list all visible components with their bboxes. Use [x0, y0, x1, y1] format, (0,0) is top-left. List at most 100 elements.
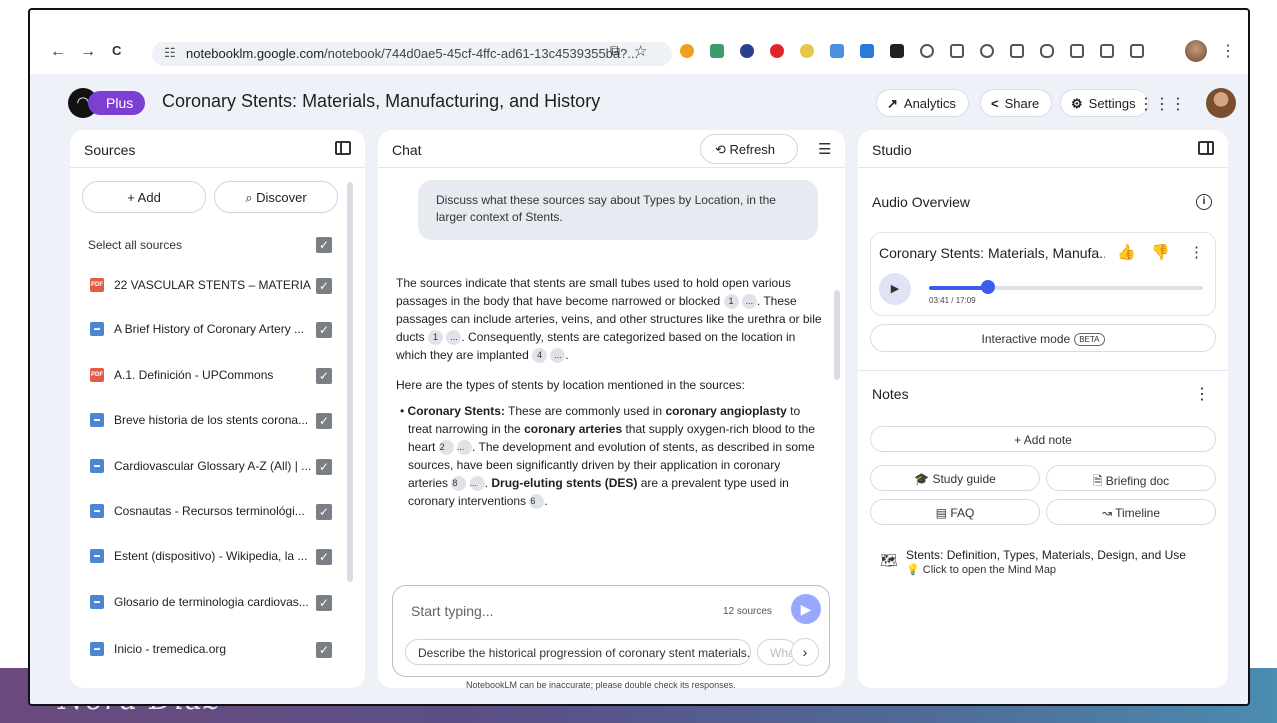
source-checkbox[interactable]: ✓	[316, 504, 332, 520]
extension-icon[interactable]	[800, 44, 814, 58]
back-button[interactable]: ←	[50, 43, 66, 61]
tab-search-icon[interactable]	[1100, 44, 1114, 58]
add-note-button[interactable]: + Add note	[870, 426, 1216, 452]
citation-chip[interactable]: 1	[428, 330, 444, 346]
analytics-button[interactable]: ↗ Analytics	[876, 89, 969, 117]
source-checkbox[interactable]: ✓	[316, 278, 332, 294]
chevron-right-icon[interactable]: ›	[791, 638, 819, 666]
suggested-question[interactable]: Describe the historical progression of c…	[405, 639, 751, 665]
send-button[interactable]: ▶	[791, 594, 821, 624]
user-avatar[interactable]	[1206, 88, 1236, 118]
citation-chip[interactable]: ...	[446, 330, 462, 346]
collapse-studio-icon[interactable]	[1198, 141, 1214, 155]
response-text: These are commonly used in	[504, 404, 666, 418]
settings-button[interactable]: ⚙ Settings	[1060, 89, 1149, 117]
qr-code-icon[interactable]	[1070, 44, 1084, 58]
url-host: notebooklm.google.com	[186, 46, 325, 61]
interactive-mode-button[interactable]: Interactive mode BETA	[870, 324, 1216, 352]
study-guide-button[interactable]: 🎓 Study guide	[870, 465, 1040, 491]
citation-chip[interactable]: 8	[451, 476, 467, 492]
source-checkbox[interactable]: ✓	[316, 322, 332, 338]
faq-button[interactable]: ▤ FAQ	[870, 499, 1040, 525]
audio-overview-label: Audio Overview	[872, 194, 971, 210]
add-source-button[interactable]: + Add	[82, 181, 206, 213]
browser-profile-avatar[interactable]	[1185, 40, 1207, 62]
response-bold: coronary angioplasty	[665, 404, 787, 418]
source-checkbox[interactable]: ✓	[316, 413, 332, 429]
share-button[interactable]: < Share	[980, 89, 1053, 117]
extension-icon[interactable]	[920, 44, 934, 58]
source-item[interactable]: PDF A.1. Definición - UPCommons ✓	[70, 362, 340, 390]
select-all-checkbox[interactable]: ✓	[316, 237, 332, 253]
divider	[858, 370, 1228, 371]
citation-chip[interactable]: 4	[532, 348, 548, 364]
audio-progress-bar[interactable]	[929, 280, 1203, 294]
timeline-button[interactable]: ↝ Timeline	[1046, 499, 1216, 525]
forward-button[interactable]: →	[80, 43, 96, 61]
install-app-icon[interactable]: ⧉	[610, 42, 620, 59]
extension-icon[interactable]	[710, 44, 724, 58]
notes-more-icon[interactable]: ⋮	[1194, 384, 1210, 404]
discover-button[interactable]: ⌕ Discover	[214, 181, 338, 213]
refresh-button[interactable]: ⟲ Refresh	[700, 134, 798, 164]
extension-icon[interactable]	[740, 44, 754, 58]
reading-list-icon[interactable]	[1130, 44, 1144, 58]
source-item[interactable]: ▬ Cardiovascular Glossary A-Z (All) | ..…	[70, 453, 340, 481]
reload-button[interactable]: C	[112, 43, 121, 58]
browser-menu-icon[interactable]: ⋮	[1220, 41, 1236, 61]
extensions-puzzle-icon[interactable]	[950, 44, 964, 58]
source-checkbox[interactable]: ✓	[316, 368, 332, 384]
source-item[interactable]: ▬ Breve historia de los stents corona...…	[70, 407, 340, 435]
notes-label: Notes	[872, 386, 909, 402]
thumbs-down-icon[interactable]: 👎	[1151, 243, 1170, 261]
apps-grid-icon[interactable]: ⋮⋮⋮	[1138, 94, 1186, 114]
extensions-bar	[680, 44, 1144, 58]
briefing-doc-button[interactable]: 🗎 Briefing doc	[1046, 465, 1216, 491]
audio-scrubber-handle[interactable]	[980, 280, 995, 294]
site-info-icon[interactable]: ☷	[164, 45, 176, 61]
source-item[interactable]: PDF 22 VASCULAR STENTS – MATERIAL... ✓	[70, 272, 340, 300]
bookmark-star-icon[interactable]: ☆	[634, 42, 647, 60]
sources-scrollbar[interactable]	[347, 182, 353, 582]
source-item[interactable]: ▬ Glosario de terminologia cardiovas... …	[70, 589, 340, 617]
chat-composer[interactable]: Start typing... 12 sources ▶ Describe th…	[392, 585, 830, 677]
settings-label: Settings	[1088, 96, 1136, 111]
password-key-icon[interactable]	[1040, 44, 1054, 58]
notebook-title[interactable]: Coronary Stents: Materials, Manufacturin…	[162, 91, 600, 112]
chat-settings-icon[interactable]: ☰	[818, 140, 831, 158]
web-source-icon: ▬	[90, 459, 104, 473]
source-count: 12 sources	[723, 606, 772, 617]
extension-icon[interactable]	[1010, 44, 1024, 58]
extension-icon[interactable]	[680, 44, 694, 58]
citation-chip[interactable]: ...	[550, 348, 566, 364]
citation-chip[interactable]: 6	[529, 494, 545, 510]
play-button[interactable]: ▶	[879, 273, 911, 305]
chat-input[interactable]: Start typing...	[411, 603, 493, 619]
source-item[interactable]: ▬ Inicio - tremedica.org ✓	[70, 636, 340, 664]
notebooklm-app: ◠ Plus Coronary Stents: Materials, Manuf…	[30, 74, 1248, 704]
source-label: Inicio - tremedica.org	[114, 642, 227, 656]
source-checkbox[interactable]: ✓	[316, 549, 332, 565]
source-item[interactable]: ▬ Cosnautas - Recursos terminológi... ✓	[70, 498, 340, 526]
thumbs-up-icon[interactable]: 👍	[1117, 243, 1136, 261]
source-item[interactable]: ▬ A Brief History of Coronary Artery ...…	[70, 316, 340, 344]
citation-chip[interactable]: 1	[723, 294, 739, 310]
info-icon[interactable]: i	[1196, 194, 1212, 210]
address-bar[interactable]: ☷ notebooklm.google.com/notebook/744d0ae…	[152, 42, 672, 66]
extension-icon[interactable]	[890, 44, 904, 58]
source-item[interactable]: ▬ Estent (dispositivo) - Wikipedia, la .…	[70, 543, 340, 571]
source-checkbox[interactable]: ✓	[316, 595, 332, 611]
extension-icon[interactable]	[830, 44, 844, 58]
extension-icon[interactable]	[770, 44, 784, 58]
source-checkbox[interactable]: ✓	[316, 459, 332, 475]
citation-chip[interactable]: ...	[469, 476, 485, 492]
citation-chip[interactable]: ...	[457, 440, 473, 456]
citation-chip[interactable]: 2	[438, 440, 454, 456]
extension-icon[interactable]	[860, 44, 874, 58]
collapse-sources-icon[interactable]	[335, 141, 351, 155]
more-options-icon[interactable]: ⋮	[1189, 243, 1204, 261]
citation-chip[interactable]: ...	[741, 294, 757, 310]
extension-icon[interactable]	[980, 44, 994, 58]
source-checkbox[interactable]: ✓	[316, 642, 332, 658]
chat-scrollbar[interactable]	[834, 290, 840, 380]
